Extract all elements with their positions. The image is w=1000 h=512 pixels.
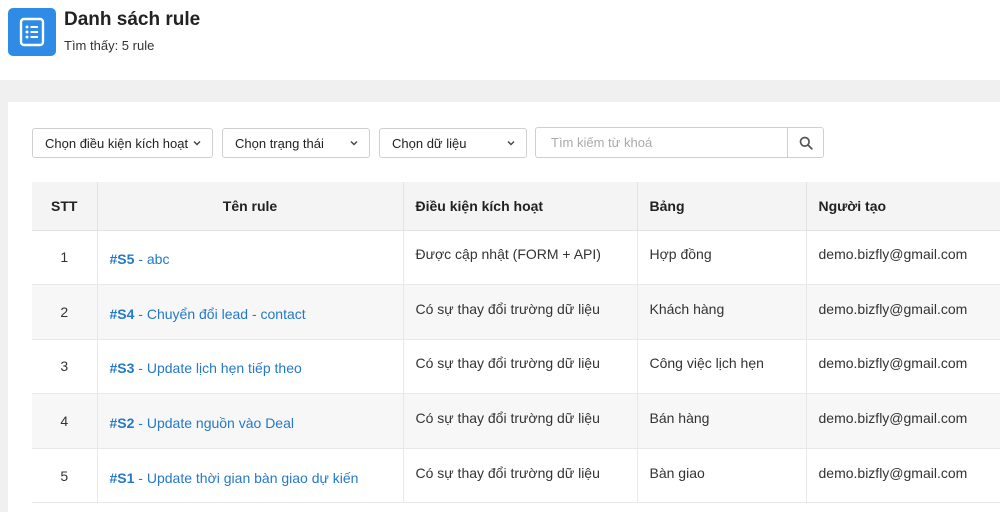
rule-code: #S1 <box>109 469 135 486</box>
rule-link[interactable]: #S5 - abc <box>110 251 170 267</box>
rule-name: Update lịch hẹn tiếp theo <box>146 360 302 377</box>
rule-code: #S3 <box>109 360 135 377</box>
creator-cell: demo.bizfly@gmail.com <box>806 448 1000 504</box>
rule-link[interactable]: #S3 - Update lịch hẹn tiếp theo <box>110 360 302 376</box>
rule-separator: - <box>134 469 147 486</box>
trigger-cell: Có sự thay đổi trường dữ liệu <box>403 393 638 449</box>
status-select-label: Chọn trạng thái <box>235 135 324 151</box>
rule-name-cell: #S3 - Update lịch hẹn tiếp theo <box>97 339 404 395</box>
rule-code: #S5 <box>109 251 135 268</box>
trigger-cell: Có sự thay đổi trường dữ liệu <box>403 339 638 395</box>
table-row: 3 #S3 - Update lịch hẹn tiếp theo Có sự … <box>32 339 1000 395</box>
row-index: 3 <box>32 339 98 395</box>
column-header-creator: Người tạo <box>806 182 1000 231</box>
chevron-down-icon <box>193 141 201 146</box>
rule-code: #S2 <box>109 415 135 432</box>
table-row: 2 #S4 - Chuyển đổi lead - contact Có sự … <box>32 284 1000 340</box>
column-header-stt: STT <box>32 182 98 231</box>
rule-name-cell: #S5 - abc <box>97 230 404 286</box>
data-select[interactable]: Chọn dữ liệu <box>379 128 527 158</box>
rule-name-cell: #S4 - Chuyển đổi lead - contact <box>97 284 404 340</box>
creator-cell: demo.bizfly@gmail.com <box>806 230 1000 286</box>
rule-name: Update nguồn vào Deal <box>146 415 294 432</box>
page-title: Danh sách rule <box>64 9 201 30</box>
data-select-label: Chọn dữ liệu <box>392 135 467 151</box>
table-row: 5 #S1 - Update thời gian bàn giao dự kiế… <box>32 448 1000 504</box>
table-header-row: STT Tên rule Điều kiện kích hoạt Bảng Ng… <box>32 182 1000 231</box>
status-select[interactable]: Chọn trạng thái <box>222 128 370 158</box>
rule-separator: - <box>134 251 147 268</box>
rule-name-cell: #S2 - Update nguồn vào Deal <box>97 393 404 449</box>
result-count: Tìm thấy: 5 rule <box>64 38 155 53</box>
trigger-cell: Có sự thay đổi trường dữ liệu <box>403 284 638 340</box>
rule-name: Update thời gian bàn giao dự kiến <box>146 469 359 486</box>
rule-separator: - <box>134 415 147 432</box>
column-header-rule-name: Tên rule <box>97 182 404 231</box>
keyword-search-input[interactable] <box>535 127 788 158</box>
table-cell: Khách hàng <box>637 284 807 340</box>
row-index: 4 <box>32 393 98 449</box>
search-icon <box>799 136 813 150</box>
chevron-down-icon <box>507 141 515 146</box>
column-header-trigger: Điều kiện kích hoạt <box>403 182 638 231</box>
trigger-condition-select-label: Chọn điều kiện kích hoạt <box>45 135 189 151</box>
rules-table: STT Tên rule Điều kiện kích hoạt Bảng Ng… <box>32 182 1000 504</box>
rule-link[interactable]: #S4 - Chuyển đổi lead - contact <box>110 306 306 322</box>
creator-cell: demo.bizfly@gmail.com <box>806 284 1000 340</box>
column-header-table: Bảng <box>637 182 807 231</box>
trigger-cell: Được cập nhật (FORM + API) <box>403 230 638 286</box>
table-row: 1 #S5 - abc Được cập nhật (FORM + API) H… <box>32 230 1000 286</box>
table-cell: Bàn giao <box>637 448 807 504</box>
rule-separator: - <box>134 360 147 377</box>
chevron-down-icon <box>350 141 358 146</box>
creator-cell: demo.bizfly@gmail.com <box>806 393 1000 449</box>
search-button[interactable] <box>787 127 824 158</box>
row-index: 2 <box>32 284 98 340</box>
row-index: 5 <box>32 448 98 504</box>
rule-link[interactable]: #S1 - Update thời gian bàn giao dự kiến <box>110 470 359 486</box>
list-document-icon <box>8 8 56 56</box>
rule-name: abc <box>146 251 170 268</box>
row-index: 1 <box>32 230 98 286</box>
table-cell: Hợp đồng <box>637 230 807 286</box>
rule-name: Chuyển đổi lead - contact <box>146 305 306 322</box>
table-cell: Bán hàng <box>637 393 807 449</box>
rule-code: #S4 <box>109 305 135 322</box>
rule-link[interactable]: #S2 - Update nguồn vào Deal <box>110 415 294 431</box>
trigger-cell: Có sự thay đổi trường dữ liệu <box>403 448 638 504</box>
rule-name-cell: #S1 - Update thời gian bàn giao dự kiến <box>97 448 404 504</box>
table-row: 4 #S2 - Update nguồn vào Deal Có sự thay… <box>32 393 1000 449</box>
creator-cell: demo.bizfly@gmail.com <box>806 339 1000 395</box>
trigger-condition-select[interactable]: Chọn điều kiện kích hoạt <box>32 128 213 158</box>
table-cell: Công việc lịch hẹn <box>637 339 807 395</box>
rule-separator: - <box>134 305 147 322</box>
page-header: Danh sách rule Tìm thấy: 5 rule <box>0 0 1000 80</box>
